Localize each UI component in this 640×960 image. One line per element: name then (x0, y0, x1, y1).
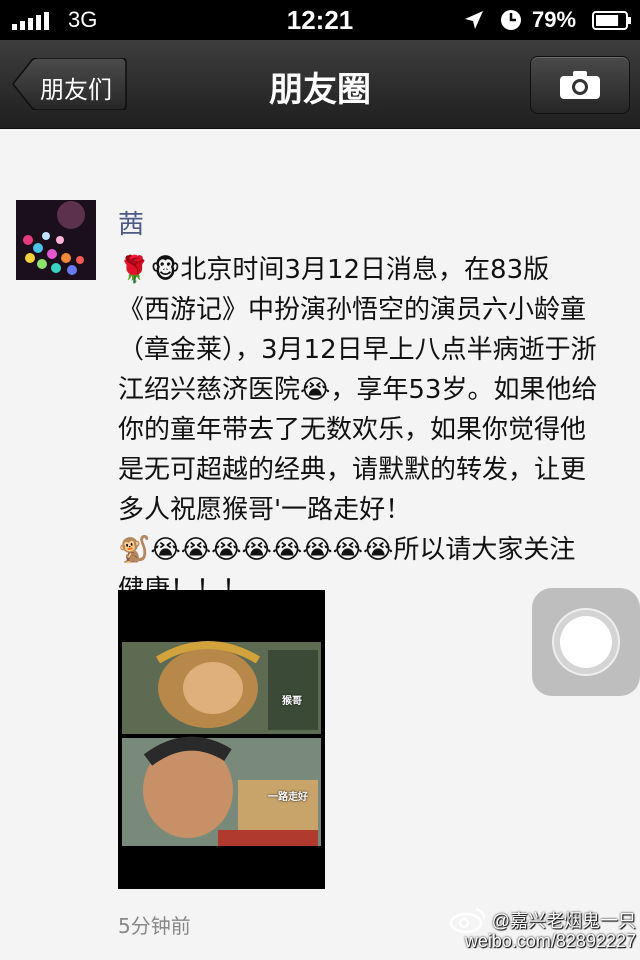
avatar-image (16, 200, 96, 280)
post-text: 🌹🐵北京时间3月12日消息，在83版《西游记》中扮演孙悟空的演员六小龄童（章金莱… (118, 255, 598, 605)
image-caption-top: 猴哥 (282, 696, 302, 707)
post-image-content (118, 590, 325, 889)
post-author[interactable]: 茜 (118, 204, 144, 241)
avatar[interactable] (16, 200, 96, 280)
weibo-watermark: @嘉兴老烟鬼一只 weibo.com/82892227 (448, 905, 638, 959)
status-bar: 3G 12:21 79% (0, 0, 640, 40)
watermark-url: weibo.com/82892227 (464, 931, 636, 951)
navigation-bar: 朋友们 朋友圈 (0, 40, 640, 129)
assistive-touch-center (560, 616, 612, 668)
camera-button[interactable] (530, 56, 630, 114)
post-timestamp: 5分钟前 (118, 914, 191, 938)
battery-icon (592, 11, 631, 30)
watermark-handle: @嘉兴老烟鬼一只 (491, 911, 636, 931)
battery-percent: 79% (532, 7, 577, 32)
weibo-logo-icon (449, 908, 485, 933)
post-image[interactable]: 猴哥 一路走好 (118, 590, 325, 889)
camera-icon (560, 71, 600, 99)
image-caption-bottom: 一路走好 (268, 792, 308, 803)
assistive-touch-button[interactable] (532, 588, 640, 696)
location-icon (465, 11, 483, 29)
clock-icon (501, 10, 521, 30)
